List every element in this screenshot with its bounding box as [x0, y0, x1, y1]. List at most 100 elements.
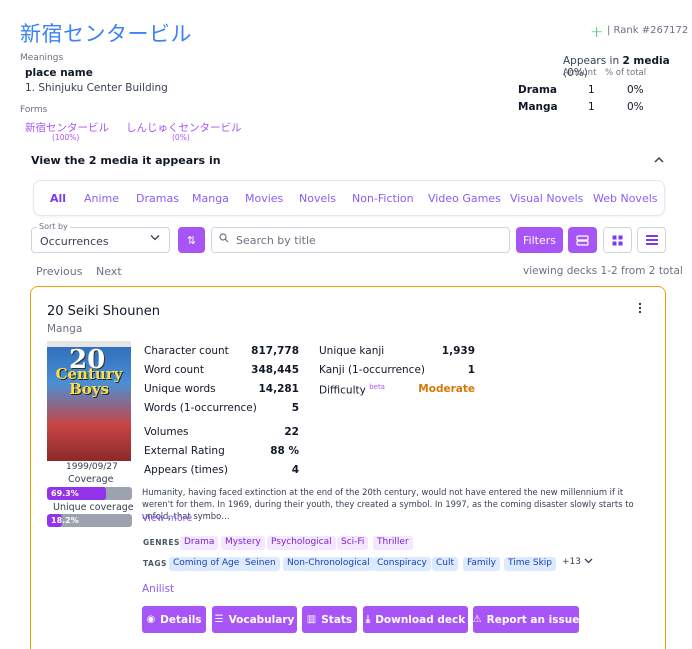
media-type-tabs: All Anime Dramas Manga Movies Novels Non… — [33, 180, 665, 216]
genre-chip[interactable]: Sci-Fi — [337, 536, 369, 550]
sort-label: Sort by — [37, 222, 70, 231]
stat-value: 88 % — [270, 445, 299, 457]
stat-label: External Rating — [144, 445, 225, 457]
stat-value: 1 — [467, 364, 475, 376]
form-kanji-percent: (100%) — [52, 133, 80, 142]
tab-anime[interactable]: Anime — [84, 192, 119, 205]
meaning-item: 1. Shinjuku Center Building — [25, 82, 168, 94]
tag-chip[interactable]: Coming of Age — [169, 557, 244, 571]
anilist-link[interactable]: Anilist — [142, 583, 174, 595]
media-row-label: Drama — [518, 84, 558, 96]
previous-page-button[interactable]: Previous — [36, 265, 83, 278]
stat-value: 22 — [284, 426, 299, 438]
stat-label: Word count — [144, 364, 204, 376]
forms-label: Forms — [20, 105, 48, 115]
tab-web-novels[interactable]: Web Novels — [593, 192, 658, 205]
deck-type: Manga — [47, 323, 83, 335]
vocabulary-button[interactable]: ☰ Vocabulary — [212, 606, 297, 633]
viewing-range: viewing decks 1-2 from 2 total — [523, 265, 683, 277]
stat-label: Difficulty beta — [319, 383, 385, 397]
warning-icon: ⚠ — [472, 614, 482, 625]
compact-view-icon — [645, 235, 658, 245]
genres-label: GENRES — [143, 538, 180, 547]
eye-icon: ◉ — [146, 614, 156, 625]
media-row-percent: 0% — [627, 101, 644, 113]
unique-coverage-label: Unique coverage — [53, 502, 134, 513]
percent-header: % of total — [605, 68, 647, 78]
tab-dramas[interactable]: Dramas — [136, 192, 179, 205]
search-icon — [219, 233, 229, 246]
next-page-button[interactable]: Next — [96, 265, 122, 278]
meanings-label: Meanings — [20, 53, 64, 63]
sort-arrows-icon: ⇅ — [186, 233, 197, 247]
deck-title[interactable]: 20 Seiki Shounen — [47, 304, 160, 319]
tab-all[interactable]: All — [50, 192, 66, 205]
chevron-down-icon — [150, 233, 160, 244]
sort-order-button[interactable]: ⇅ — [178, 227, 205, 253]
download-deck-button[interactable]: ⤓ Download deck — [363, 606, 468, 633]
stat-value: 817,778 — [251, 345, 299, 357]
view-compact-button[interactable] — [637, 227, 666, 253]
release-date: 1999/09/27 — [66, 462, 118, 472]
add-icon[interactable]: + — [590, 22, 603, 41]
coverage-bar: 69.3% — [47, 487, 132, 500]
stat-label: Character count — [144, 345, 229, 357]
stat-label: Unique kanji — [319, 345, 385, 357]
tag-chip[interactable]: Non-Chronological — [283, 557, 374, 571]
chevron-down-icon — [584, 558, 593, 564]
view-media-toggle[interactable]: View the 2 media it appears in — [31, 154, 221, 167]
deck-description: Humanity, having faced extinction at the… — [142, 487, 634, 521]
stat-label: Volumes — [144, 426, 189, 438]
view-list-button[interactable] — [568, 227, 597, 253]
difficulty-value: Moderate — [418, 383, 475, 395]
tab-novels[interactable]: Novels — [299, 192, 336, 205]
word-title: 新宿センタービル — [20, 22, 192, 46]
unique-coverage-value: 18.2% — [51, 516, 79, 525]
media-row-label: Manga — [518, 101, 558, 113]
sort-value: Occurrences — [40, 235, 109, 248]
filters-button[interactable]: Filters — [516, 227, 563, 253]
stat-label: Appears (times) — [144, 464, 228, 476]
amount-header: Amount — [563, 68, 597, 78]
genre-chip[interactable]: Thriller — [373, 536, 413, 550]
tags-label: TAGS — [143, 559, 167, 568]
media-row-amount: 1 — [588, 101, 595, 113]
stat-value: 14,281 — [258, 383, 299, 395]
view-grid-button[interactable] — [603, 227, 632, 253]
tag-chip[interactable]: Cult — [432, 557, 459, 571]
stat-value: 4 — [291, 464, 299, 476]
view-more-link[interactable]: View more — [142, 513, 192, 524]
tab-movies[interactable]: Movies — [245, 192, 283, 205]
download-icon: ⤓ — [365, 614, 371, 625]
more-options-icon[interactable] — [638, 302, 642, 317]
deck-cover-image[interactable]: 20 Century Boys — [47, 341, 131, 461]
chevron-up-icon[interactable] — [654, 153, 664, 167]
tag-chip[interactable]: Time Skip — [504, 557, 557, 571]
tab-non-fiction[interactable]: Non-Fiction — [352, 192, 414, 205]
list-view-icon — [576, 234, 589, 246]
tab-visual-novels[interactable]: Visual Novels — [510, 192, 583, 205]
media-row-percent: 0% — [627, 84, 644, 96]
stat-label: Unique words — [144, 383, 216, 395]
report-issue-button[interactable]: ⚠ Report an issue — [473, 606, 579, 633]
more-tags-toggle[interactable]: +13 — [562, 557, 593, 567]
tag-chip[interactable]: Conspiracy — [373, 557, 431, 571]
stat-value: 5 — [291, 402, 299, 414]
form-kana-percent: (0%) — [172, 133, 190, 142]
unique-coverage-bar: 18.2% — [47, 514, 132, 527]
tab-video-games[interactable]: Video Games — [428, 192, 501, 205]
tag-chip[interactable]: Family — [463, 557, 500, 571]
stat-value: 1,939 — [441, 345, 475, 357]
stats-button[interactable]: ▥ Stats — [302, 606, 357, 633]
coverage-label: Coverage — [68, 474, 114, 485]
list-icon: ☰ — [214, 614, 224, 625]
details-button[interactable]: ◉ Details — [142, 606, 206, 633]
tab-manga[interactable]: Manga — [192, 192, 229, 205]
genre-chip[interactable]: Drama — [180, 536, 219, 550]
search-placeholder: Search by title — [236, 234, 316, 247]
part-of-speech: place name — [25, 67, 93, 79]
tag-chip[interactable]: Seinen — [241, 557, 280, 571]
genre-chip[interactable]: Psychological — [267, 536, 336, 550]
genre-chip[interactable]: Mystery — [221, 536, 265, 550]
bar-chart-icon: ▥ — [306, 614, 317, 625]
